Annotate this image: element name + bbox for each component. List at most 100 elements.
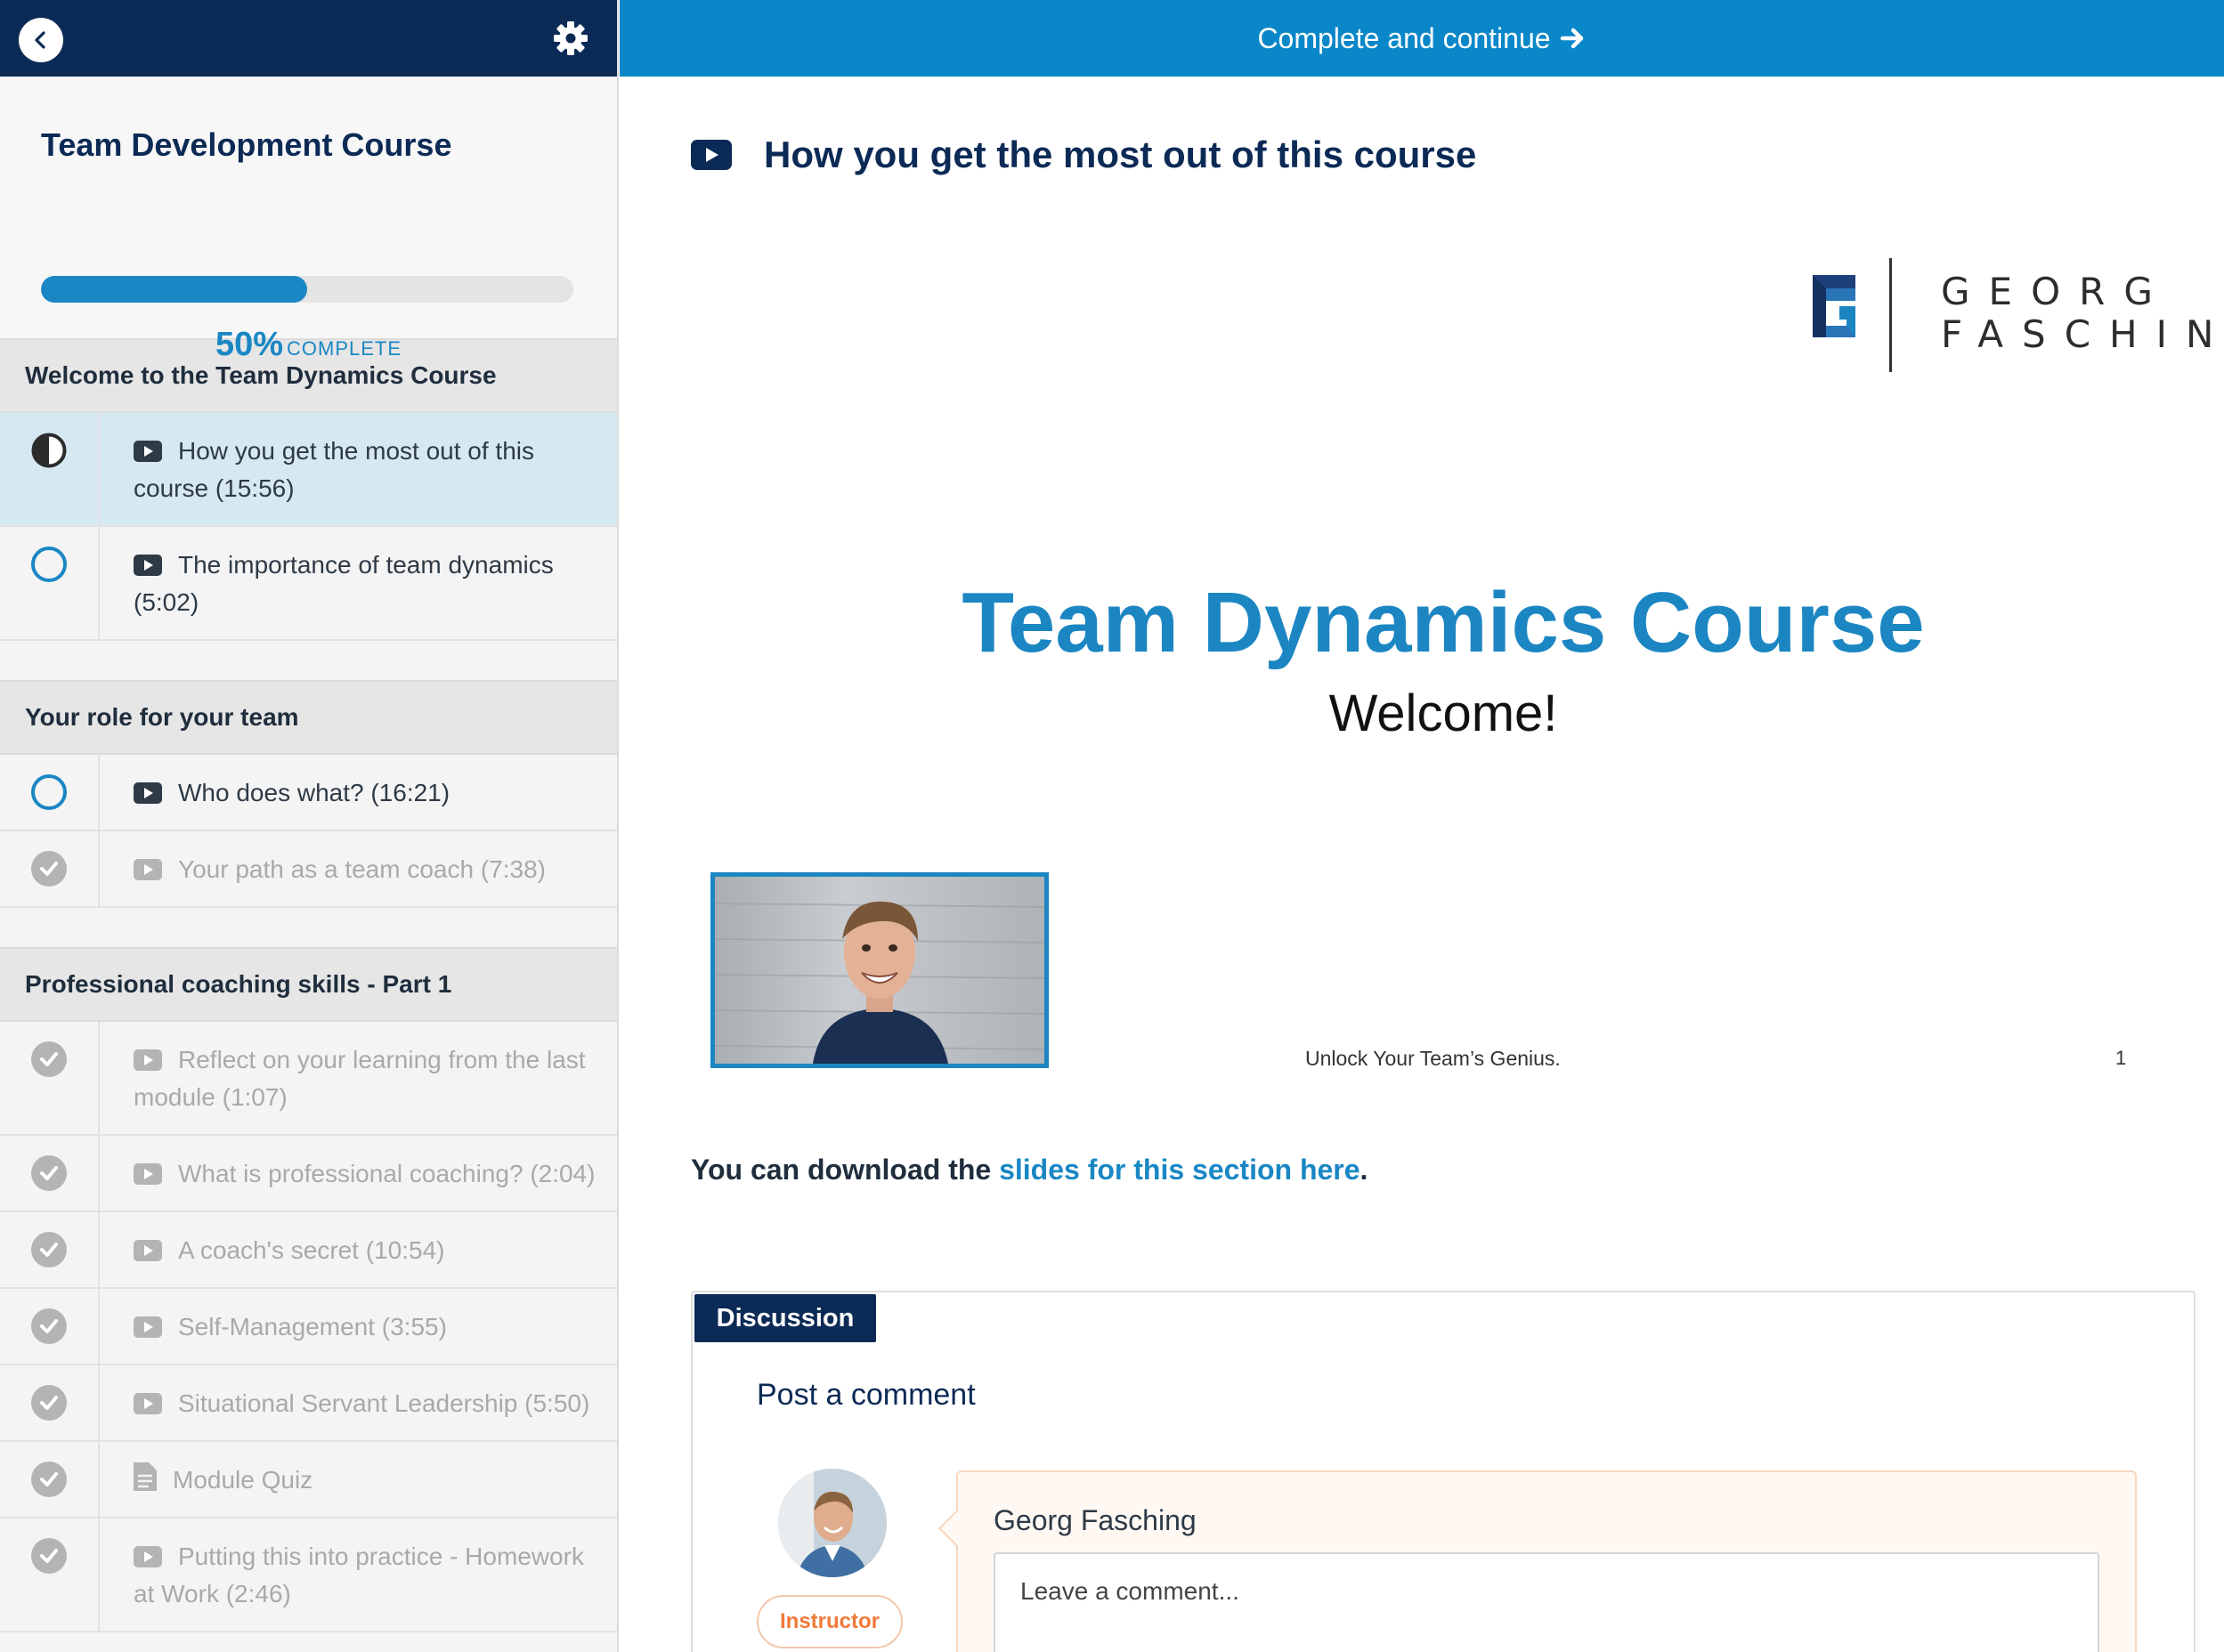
checkmark-circle-icon [31,1155,67,1191]
slide-subtitle: Welcome! [1328,684,1558,742]
tab-discussion[interactable]: Discussion [694,1294,876,1342]
video-play-icon [134,1049,162,1071]
download-prefix: You can download the [691,1154,1000,1186]
lesson-item[interactable]: Putting this into practice - Homework at… [0,1518,617,1632]
comment-input[interactable] [994,1552,2099,1652]
lesson-label: Self-Management (3:55) [100,1289,465,1364]
lesson-item[interactable]: Module Quiz [0,1442,617,1518]
course-sidebar: Team Development Course 50% COMPLETE Welc… [0,0,619,1652]
video-play-icon [134,441,162,462]
avatar [778,1469,887,1577]
presenter-portrait [715,901,1044,1064]
instructor-badge: Instructor [757,1595,903,1648]
lesson-item[interactable]: What is professional coaching? (2:04) [0,1136,617,1212]
progress-bar [41,276,573,303]
lesson-title: How you get the most out of this course [764,134,1477,175]
lesson-status [0,1289,100,1364]
lesson-status [0,831,100,906]
slides-download-link[interactable]: slides for this section here [999,1154,1360,1186]
checkmark-circle-icon [31,1041,67,1077]
logo-wordmark: GEORG FASCHING [1941,271,2224,356]
lesson-label-text: Your path as a team coach (7:38) [178,855,546,883]
video-play-icon [134,1393,162,1414]
lesson-label: How you get the most out of this course … [100,413,617,525]
checkmark-circle-icon [31,1232,67,1267]
document-icon [134,1462,157,1491]
user-avatar-portrait [778,1469,887,1577]
video-play-icon [134,1546,162,1567]
lesson-status [0,1212,100,1287]
section-title: Your role for your team [0,680,617,755]
gear-icon[interactable] [552,20,589,57]
lesson-label-text: How you get the most out of this course … [134,437,534,502]
slide-page-number: 1 [2115,1047,2127,1069]
download-suffix: . [1360,1154,1368,1186]
lesson-header: How you get the most out of this course [691,134,1476,176]
lesson-status [0,755,100,830]
checkmark-circle-icon [31,851,67,887]
back-button[interactable] [19,18,63,62]
presenter-video-thumbnail[interactable] [710,872,1049,1068]
lesson-item[interactable]: The importance of team dynamics (5:02) [0,527,617,641]
logo-line-2: FASCHING [1941,312,2224,356]
lesson-status [0,1136,100,1211]
half-circle-icon [31,433,67,468]
checkmark-circle-icon [31,1538,67,1574]
slide-footer: Unlock Your Team’s Genius. [1305,1047,1561,1070]
lesson-label-text: Who does what? (16:21) [178,779,450,806]
discussion-panel: Discussion Post a comment Instructor Geo… [691,1291,2196,1652]
lesson-label-text: What is professional coaching? (2:04) [178,1160,596,1187]
progress-bar-fill [41,276,307,303]
lesson-item[interactable]: Self-Management (3:55) [0,1289,617,1365]
lesson-label: What is professional coaching? (2:04) [100,1136,613,1211]
course-progress-panel: Team Development Course 50% COMPLETE [0,77,617,363]
checkmark-circle-icon [31,1385,67,1421]
arrow-right-icon [1560,28,1583,49]
video-play-icon [134,1316,162,1338]
lesson-slide: GEORG FASCHING Team Dynamics Course Welc… [691,214,2224,1095]
complete-and-continue-label: Complete and continue [1257,21,1551,54]
lesson-label-text: Self-Management (3:55) [178,1313,447,1340]
lesson-item[interactable]: Reflect on your learning from the last m… [0,1022,617,1136]
lesson-item[interactable]: Your path as a team coach (7:38) [0,831,617,908]
empty-circle-icon [31,774,67,810]
lesson-label: Your path as a team coach (7:38) [100,831,564,906]
lesson-label: The importance of team dynamics (5:02) [100,527,617,639]
sidebar-header [0,0,617,77]
curriculum-list: Welcome to the Team Dynamics Course How y… [0,338,617,1632]
video-play-icon [134,859,162,880]
top-bar: Complete and continue [620,0,2224,77]
lesson-status [0,1022,100,1134]
video-play-icon [134,1163,162,1185]
lesson-label-text: Situational Servant Leadership (5:50) [178,1389,590,1417]
progress-text: 50% COMPLETE [0,326,617,364]
lesson-label-text: Reflect on your learning from the last m… [134,1046,586,1111]
download-text: You can download the slides for this sec… [691,1154,1368,1186]
lesson-status [0,1518,100,1631]
lesson-status [0,1365,100,1440]
lesson-label-text: The importance of team dynamics (5:02) [134,551,554,616]
commenter-name: Georg Fasching [994,1504,1197,1536]
video-play-icon [134,1240,162,1261]
lesson-item[interactable]: Situational Servant Leadership (5:50) [0,1365,617,1442]
video-play-icon [691,140,732,170]
comment-form: Georg Fasching [937,1470,2137,1652]
chevron-left-icon [35,31,45,49]
lesson-item[interactable]: A coach's secret (10:54) [0,1212,617,1289]
lesson-item[interactable]: How you get the most out of this course … [0,413,617,527]
course-title: Team Development Course [41,126,452,163]
lesson-status [0,1442,100,1517]
lesson-label: Situational Servant Leadership (5:50) [100,1365,607,1440]
progress-label: COMPLETE [287,337,402,360]
video-play-icon [134,555,162,576]
slide-title: Team Dynamics Course [962,575,1925,670]
lesson-label: Reflect on your learning from the last m… [100,1022,617,1134]
lesson-status [0,527,100,639]
complete-and-continue-button[interactable]: Complete and continue [1257,22,1586,55]
empty-circle-icon [31,547,67,582]
lesson-label: A coach's secret (10:54) [100,1212,463,1287]
lesson-item[interactable]: Who does what? (16:21) [0,755,617,831]
comment-pointer [937,1509,977,1548]
checkmark-circle-icon [31,1308,67,1344]
